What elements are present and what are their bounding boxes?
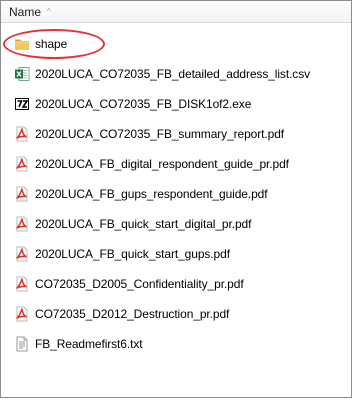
file-explorer: Name ^ shape 2020LUCA_CO72035_FB_detaile… [0,0,352,398]
file-name: 2020LUCA_FB_gups_respondent_guide.pdf [35,187,268,201]
column-header-label: Name [9,4,42,19]
excel-csv-icon [14,66,30,82]
pdf-icon [14,306,30,322]
file-name: 2020LUCA_FB_quick_start_digital_pr.pdf [35,217,252,231]
file-row-pdf[interactable]: CO72035_D2012_Destruction_pr.pdf [1,299,351,329]
file-name: 2020LUCA_FB_quick_start_gups.pdf [35,247,230,261]
file-name: 2020LUCA_CO72035_FB_detailed_address_lis… [35,67,311,81]
file-row-folder-shape[interactable]: shape [1,29,351,59]
file-row-pdf[interactable]: 2020LUCA_FB_quick_start_digital_pr.pdf [1,209,351,239]
column-header-name[interactable]: Name ^ [1,1,351,23]
file-name: 2020LUCA_CO72035_FB_DISK1of2.exe [35,97,252,111]
text-file-icon [14,336,30,352]
file-name: FB_Readmefirst6.txt [35,337,143,351]
pdf-icon [14,126,30,142]
file-row-pdf[interactable]: 2020LUCA_FB_gups_respondent_guide.pdf [1,179,351,209]
file-row-txt[interactable]: FB_Readmefirst6.txt [1,329,351,359]
file-name: shape [35,37,68,51]
file-row-pdf[interactable]: CO72035_D2005_Confidentiality_pr.pdf [1,269,351,299]
file-name: 2020LUCA_CO72035_FB_summary_report.pdf [35,127,285,141]
pdf-icon [14,246,30,262]
file-row-csv[interactable]: 2020LUCA_CO72035_FB_detailed_address_lis… [1,59,351,89]
file-row-pdf[interactable]: 2020LUCA_FB_quick_start_gups.pdf [1,239,351,269]
file-name: 2020LUCA_FB_digital_respondent_guide_pr.… [35,157,289,171]
file-list: shape 2020LUCA_CO72035_FB_detailed_addre… [1,29,351,359]
pdf-icon [14,186,30,202]
file-row-pdf[interactable]: 2020LUCA_FB_digital_respondent_guide_pr.… [1,149,351,179]
pdf-icon [14,156,30,172]
file-name: CO72035_D2005_Confidentiality_pr.pdf [35,277,244,291]
file-row-exe[interactable]: 2020LUCA_CO72035_FB_DISK1of2.exe [1,89,351,119]
pdf-icon [14,216,30,232]
folder-icon [14,36,30,52]
file-name: CO72035_D2012_Destruction_pr.pdf [35,307,230,321]
sort-ascending-icon: ^ [47,6,51,16]
file-row-pdf[interactable]: 2020LUCA_CO72035_FB_summary_report.pdf [1,119,351,149]
pdf-icon [14,276,30,292]
7zip-exe-icon [14,96,30,112]
